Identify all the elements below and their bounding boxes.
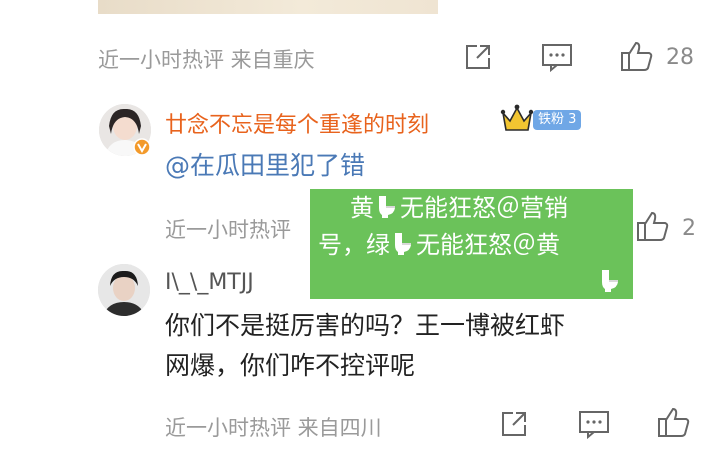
comment-text-line2[interactable]: 网爆，你们咋不控评呢 <box>165 347 415 385</box>
username[interactable]: 廿念不忘是每个重逢的时刻 <box>165 107 429 139</box>
overlay-line-1: 黄无能狂怒＠营销 <box>318 191 627 228</box>
meta-text: 近一小时热评 来自重庆 <box>98 48 315 72</box>
comment-meta: 近一小时热评 <box>165 214 291 244</box>
overlay-text: 无能狂怒＠营销 <box>400 194 568 222</box>
share-icon[interactable] <box>499 409 529 439</box>
fan-badge: 铁粉 3 <box>533 110 582 130</box>
comment-text-line1[interactable]: 你们不是挺厉害的吗？王一博被红虾 <box>165 307 565 345</box>
comment-meta: 近一小时热评 来自四川 <box>165 412 382 442</box>
verified-badge-icon <box>133 138 151 156</box>
toilet-icon <box>392 231 414 265</box>
top-image-fragment <box>98 0 438 14</box>
comment-icon[interactable] <box>541 42 573 72</box>
overlay-text: 号，绿 <box>318 231 390 259</box>
like-count: 28 <box>666 45 694 70</box>
comment-icon[interactable] <box>578 409 610 439</box>
toilet-icon <box>599 268 621 302</box>
crown-icon <box>500 103 534 133</box>
comment-text[interactable]: @在瓜田里犯了错 <box>165 147 365 185</box>
like-count: 2 <box>682 216 696 241</box>
meta-text: 近一小时热评 来自四川 <box>165 416 382 440</box>
like-icon[interactable] <box>636 210 670 242</box>
overlay-caption: 黄无能狂怒＠营销 号，绿 无能狂怒＠黄 <box>310 189 633 299</box>
avatar[interactable] <box>98 264 150 316</box>
share-icon[interactable] <box>463 42 493 72</box>
username[interactable]: I\_\_MTJJ <box>165 270 254 295</box>
like-icon[interactable] <box>657 406 691 438</box>
like-icon[interactable] <box>620 40 654 72</box>
meta-text: 近一小时热评 <box>165 218 291 242</box>
toilet-icon <box>376 194 398 228</box>
overlay-line-2: 号，绿 无能狂怒＠黄 <box>318 228 627 265</box>
overlay-text: 无能狂怒＠黄 <box>416 231 560 259</box>
overlay-line-3 <box>318 265 627 302</box>
overlay-text: 黄 <box>350 194 374 222</box>
comment-meta-top: 近一小时热评 来自重庆 <box>98 44 315 74</box>
